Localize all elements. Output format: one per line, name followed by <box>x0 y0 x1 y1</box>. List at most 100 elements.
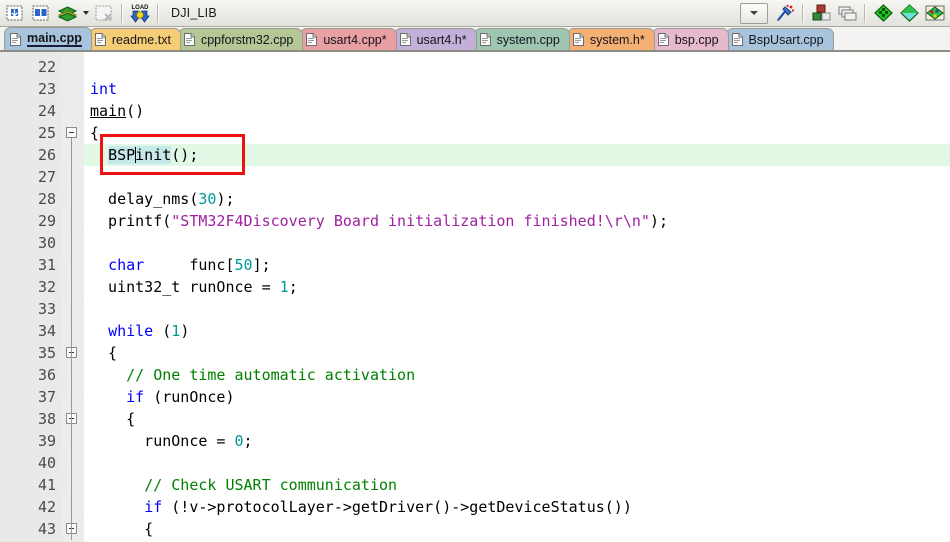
tab-label: bsp.cpp <box>674 32 719 47</box>
insert-items-icon[interactable] <box>29 2 53 25</box>
tab-system-h-[interactable]: system.h* <box>566 28 655 50</box>
line-number: 26 <box>37 146 56 164</box>
code-line[interactable] <box>84 298 950 320</box>
toolbar-separator-4 <box>864 3 866 23</box>
toolbar-separator-3 <box>802 3 804 23</box>
fold-cell <box>62 56 84 78</box>
palette-diamond-icon[interactable] <box>923 2 947 25</box>
fold-cell <box>62 276 84 298</box>
code-line[interactable]: delay_nms(30); <box>84 188 950 210</box>
windows-icon[interactable] <box>835 2 859 25</box>
file-icon <box>657 33 669 46</box>
fold-cell <box>62 364 84 386</box>
code-line[interactable]: main() <box>84 100 950 122</box>
fold-cell <box>62 100 84 122</box>
code-line[interactable]: runOnce = 0; <box>84 430 950 452</box>
configure-icon[interactable] <box>773 2 797 25</box>
code-editor[interactable]: 22 23 24 25 26 27 28 29 30 31 32 33 34 35 36 37 38 39 40 41… <box>0 52 950 542</box>
tab-main-cpp[interactable]: main.cpp <box>4 27 92 50</box>
file-icon <box>399 33 411 46</box>
fold-cell <box>62 166 84 188</box>
delete-item-icon[interactable] <box>92 2 116 25</box>
line-number: 37 <box>37 388 56 406</box>
line-number: 32 <box>37 278 56 296</box>
code-line[interactable]: { <box>84 518 950 540</box>
file-icon <box>306 33 318 46</box>
fold-cell <box>62 122 84 144</box>
toolbar-dropdown[interactable] <box>740 2 768 24</box>
file-icon <box>10 32 21 46</box>
code-line[interactable]: if (runOnce) <box>84 386 950 408</box>
fold-cell <box>62 430 84 452</box>
tab-usart4-cpp-[interactable]: usart4.cpp* <box>300 28 397 50</box>
text-selection: BSPinit <box>108 146 172 164</box>
load-icon[interactable]: LOAD <box>128 2 152 25</box>
tab-label: BspUsart.cpp <box>748 32 824 47</box>
insert-item-icon[interactable] <box>3 2 27 25</box>
file-icon <box>479 33 491 46</box>
line-number: 35 <box>37 344 56 362</box>
file-icon <box>731 33 743 46</box>
fold-connector-line <box>71 138 72 540</box>
code-line[interactable]: while (1) <box>84 320 950 342</box>
line-number: 24 <box>37 102 56 120</box>
chevron-down-icon <box>750 11 758 15</box>
code-text-area[interactable]: int main(){ BSPinit(); delay_nms(30); pri… <box>84 52 950 542</box>
blocks-icon[interactable] <box>809 2 833 25</box>
toolbar-separator-1 <box>121 3 123 23</box>
file-icon <box>183 33 195 46</box>
line-number: 41 <box>37 476 56 494</box>
code-line[interactable]: // One time automatic activation <box>84 364 950 386</box>
code-line[interactable]: int <box>84 78 950 100</box>
line-number-gutter: 22 23 24 25 26 27 28 29 30 31 32 33 34 35 36 37 38 39 40 41… <box>0 52 62 542</box>
code-line[interactable] <box>84 56 950 78</box>
project-label: DJI_LIB <box>171 6 217 20</box>
tab-label: system.cpp <box>496 32 560 47</box>
line-number: 43 <box>37 520 56 538</box>
tab-bspusart-cpp[interactable]: BspUsart.cpp <box>725 28 834 50</box>
code-line[interactable] <box>84 452 950 474</box>
tab-readme-txt[interactable]: readme.txt <box>88 28 181 50</box>
line-number: 34 <box>37 322 56 340</box>
file-icon <box>94 33 106 46</box>
text-cursor <box>134 147 136 163</box>
tab-label: usart4.h* <box>416 32 467 47</box>
code-line[interactable]: { <box>84 408 950 430</box>
fold-collapse-icon[interactable] <box>66 127 77 138</box>
code-line[interactable]: if (!v->protocolLayer->getDriver()->getD… <box>84 496 950 518</box>
file-icon <box>572 33 584 46</box>
tab-system-cpp[interactable]: system.cpp <box>473 28 570 50</box>
tab-label: system.h* <box>589 32 645 47</box>
function-name: main <box>90 102 127 120</box>
line-number: 29 <box>37 212 56 230</box>
tab-usart4-h-[interactable]: usart4.h* <box>393 28 477 50</box>
code-line[interactable]: BSPinit(); <box>84 144 950 166</box>
line-number: 36 <box>37 366 56 384</box>
fold-cell <box>62 210 84 232</box>
fold-cell <box>62 452 84 474</box>
code-folding-gutter[interactable] <box>62 52 84 542</box>
code-line[interactable]: // Check USART communication <box>84 474 950 496</box>
fold-cell <box>62 232 84 254</box>
code-line[interactable]: { <box>84 122 950 144</box>
code-line[interactable] <box>84 232 950 254</box>
layers-dropdown-arrow[interactable] <box>80 2 91 25</box>
editor-tab-bar: main.cpp readme.txt cppforstm32.cpp usart4.… <box>0 27 950 52</box>
code-line[interactable]: uint32_t runOnce = 1; <box>84 276 950 298</box>
line-number: 42 <box>37 498 56 516</box>
line-number: 40 <box>37 454 56 472</box>
code-line[interactable] <box>84 166 950 188</box>
svg-text:LOAD: LOAD <box>132 5 150 11</box>
code-line[interactable]: printf("STM32F4Discovery Board initializ… <box>84 210 950 232</box>
teal-diamond-icon[interactable] <box>897 2 921 25</box>
green-diamond-icon[interactable] <box>871 2 895 25</box>
tab-bsp-cpp[interactable]: bsp.cpp <box>651 28 729 50</box>
fold-cell <box>62 342 84 364</box>
tab-cppforstm32-cpp[interactable]: cppforstm32.cpp <box>177 28 304 50</box>
line-number: 33 <box>37 300 56 318</box>
chevron-down-icon <box>82 11 89 15</box>
code-line[interactable]: { <box>84 342 950 364</box>
layers-icon[interactable] <box>55 2 79 25</box>
code-line[interactable]: char func[50]; <box>84 254 950 276</box>
line-number: 23 <box>37 80 56 98</box>
